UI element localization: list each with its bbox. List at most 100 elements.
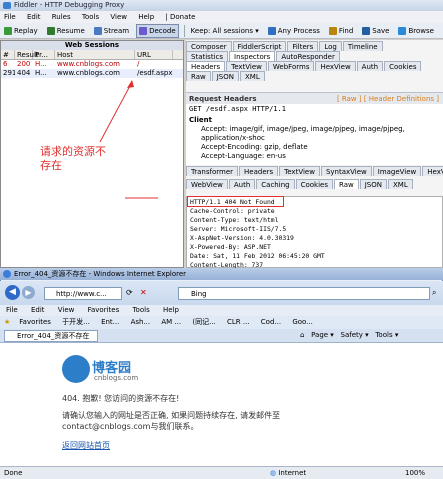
- req-tab-raw[interactable]: Raw: [186, 71, 211, 81]
- star-icon: ★: [4, 318, 11, 326]
- resp-tab-json[interactable]: JSON: [359, 179, 387, 189]
- menu-file[interactable]: File: [4, 13, 16, 21]
- session-row[interactable]: 6 200 H... www.cnblogs.com /: [1, 60, 183, 69]
- ie-menu-favorites[interactable]: Favorites: [88, 306, 120, 314]
- error-message: 请确认您输入的网址是否正确, 如果问题持续存在, 请发邮件至contact@cn…: [62, 411, 281, 431]
- refresh-icon[interactable]: ⟳: [126, 288, 133, 297]
- save-icon: [362, 26, 371, 35]
- col-num[interactable]: #: [1, 50, 15, 59]
- response-tabs: Transformer Headers TextView SyntaxView …: [186, 166, 443, 176]
- safety-menu[interactable]: Safety ▾: [341, 331, 369, 339]
- menu-rules[interactable]: Rules: [52, 13, 71, 21]
- ie-active-tab[interactable]: Error_404_资源不存在: [4, 330, 98, 342]
- tab-statistics[interactable]: Statistics: [186, 51, 228, 61]
- menu-help[interactable]: Help: [138, 13, 154, 21]
- req-tab-hexview[interactable]: HexView: [315, 61, 356, 71]
- resp-tab-syntaxview[interactable]: SyntaxView: [320, 166, 372, 176]
- header-accept-encoding: Accept-Encoding: gzip, deflate: [201, 143, 308, 151]
- tab-inspectors[interactable]: Inspectors: [229, 51, 276, 61]
- req-tab-auth[interactable]: Auth: [356, 61, 384, 71]
- ie-title-bar: Error_404_资源不存在 - Windows Internet Explo…: [0, 268, 443, 280]
- fav-item[interactable]: 于开发...: [62, 318, 90, 326]
- any-process-button[interactable]: Any Process: [266, 24, 322, 38]
- menu-edit[interactable]: Edit: [27, 13, 41, 21]
- save-button[interactable]: Save: [360, 24, 391, 38]
- home-icon[interactable]: ⌂: [300, 331, 304, 339]
- header-accept-language: Accept-Language: en-us: [201, 152, 286, 160]
- resp-tab-headers[interactable]: Headers: [239, 166, 279, 176]
- resp-tab-xml[interactable]: XML: [387, 179, 413, 189]
- replay-button[interactable]: Replay: [2, 24, 40, 38]
- replay-icon: [4, 26, 12, 35]
- menu-tools[interactable]: Tools: [82, 13, 99, 21]
- resume-button[interactable]: Resume: [45, 24, 87, 38]
- session-proto: H...: [35, 60, 47, 68]
- search-input[interactable]: Bing: [178, 287, 430, 300]
- menu-view[interactable]: View: [110, 13, 127, 21]
- fiddler-title-bar: Fiddler - HTTP Debugging Proxy: [0, 0, 443, 11]
- resp-tab-cookies[interactable]: Cookies: [295, 179, 333, 189]
- tab-filters[interactable]: Filters: [287, 41, 319, 51]
- stream-button[interactable]: Stream: [92, 24, 131, 38]
- home-link[interactable]: 返回网站首页: [62, 440, 110, 451]
- req-tab-json[interactable]: JSON: [211, 71, 239, 81]
- browse-button[interactable]: Browse: [396, 24, 436, 38]
- resp-tab-imageview[interactable]: ImageView: [372, 166, 422, 176]
- resp-tab-auth[interactable]: Auth: [228, 179, 256, 189]
- fav-item[interactable]: AM ...: [161, 318, 181, 326]
- req-tab-webforms[interactable]: WebForms: [267, 61, 315, 71]
- col-protocol[interactable]: Pr...: [33, 50, 55, 59]
- col-url[interactable]: URL: [135, 50, 173, 59]
- resp-tab-textview[interactable]: TextView: [279, 166, 320, 176]
- tab-timeline[interactable]: Timeline: [342, 41, 383, 51]
- fav-item[interactable]: CLR ...: [227, 318, 250, 326]
- req-tab-headers[interactable]: Headers: [186, 61, 226, 71]
- req-tab-xml[interactable]: XML: [240, 71, 265, 81]
- resp-tab-caching[interactable]: Caching: [256, 179, 295, 189]
- logo-subtext: cnblogs.com: [94, 374, 139, 382]
- status-highlight-box: [187, 196, 284, 207]
- favorites-button[interactable]: Favorites: [19, 318, 51, 326]
- fav-item[interactable]: Ash...: [131, 318, 151, 326]
- col-result[interactable]: Result: [15, 50, 39, 59]
- request-tabs: Headers TextView WebForms HexView Auth C…: [186, 61, 443, 71]
- menu-donate[interactable]: | Donate: [165, 13, 195, 21]
- search-icon[interactable]: ⌕: [432, 288, 436, 298]
- tab-composer[interactable]: Composer: [186, 41, 232, 51]
- ie-menu-edit[interactable]: Edit: [31, 306, 45, 314]
- fav-item[interactable]: Cod...: [261, 318, 281, 326]
- decode-button[interactable]: Decode: [136, 23, 179, 38]
- ie-menu-tools[interactable]: Tools: [132, 306, 149, 314]
- keep-sessions-dropdown[interactable]: Keep: All sessions ▾: [189, 24, 261, 38]
- req-tab-textview[interactable]: TextView: [226, 61, 267, 71]
- resp-tab-webview[interactable]: WebView: [186, 179, 228, 189]
- zoom-level[interactable]: 100%: [405, 467, 425, 479]
- tab-autoresponder[interactable]: AutoResponder: [276, 51, 340, 61]
- page-menu[interactable]: Page ▾: [311, 331, 334, 339]
- session-num: 291: [3, 69, 15, 77]
- address-input[interactable]: http://www.c...: [44, 287, 122, 300]
- ie-window-title: Error_404_资源不存在 - Windows Internet Explo…: [14, 270, 187, 278]
- find-button[interactable]: Find: [327, 24, 355, 38]
- ie-menu-file[interactable]: File: [6, 306, 18, 314]
- req-tab-cookies[interactable]: Cookies: [384, 61, 422, 71]
- annotation-arrow: [99, 80, 158, 199]
- fav-item[interactable]: Goo...: [292, 318, 313, 326]
- resp-tab-transformer[interactable]: Transformer: [186, 166, 239, 176]
- back-button[interactable]: ◀: [5, 285, 20, 300]
- resp-tab-hexview[interactable]: HexView: [422, 166, 443, 176]
- fav-item[interactable]: Ent...: [101, 318, 119, 326]
- col-host[interactable]: Host: [55, 50, 135, 59]
- tools-menu[interactable]: Tools ▾: [375, 331, 398, 339]
- forward-button[interactable]: ▶: [22, 286, 35, 299]
- ie-menu-view[interactable]: View: [58, 306, 75, 314]
- resp-tab-raw[interactable]: Raw: [333, 179, 359, 189]
- tab-fiddlerscript[interactable]: FiddlerScript: [232, 41, 287, 51]
- fav-item[interactable]: (同记...: [192, 318, 215, 326]
- ie-menu-help[interactable]: Help: [163, 306, 179, 314]
- tab-log[interactable]: Log: [319, 41, 342, 51]
- save-label: Save: [372, 26, 390, 35]
- request-headers-title: Request Headers[ Raw ] [ Header Definiti…: [186, 92, 443, 104]
- zone-indicator: ◍ Internet: [270, 467, 306, 479]
- stop-icon[interactable]: ✕: [140, 288, 147, 297]
